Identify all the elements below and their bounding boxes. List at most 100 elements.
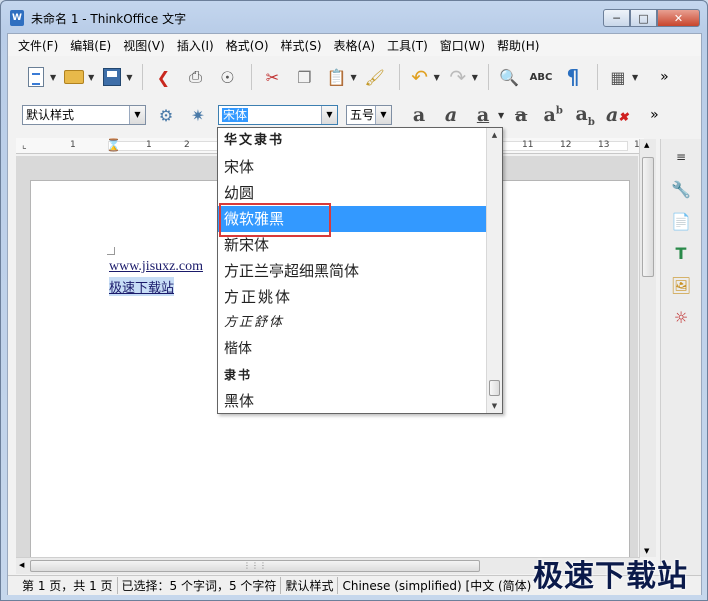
tab-stop-icon[interactable]: ⌞ [22,140,27,151]
font-option[interactable]: 楷体 [218,336,486,362]
cut-button[interactable]: ✂ [258,63,286,91]
undo-dropdown-arrow-icon[interactable]: ▼ [434,73,440,82]
font-option[interactable]: 隶书 [218,362,486,388]
side-panel: ≡ 🔧 📄 T 🖼 ☼ [660,139,701,575]
vertical-scrollbar[interactable]: ▲ ▼ [639,139,656,557]
italic-button[interactable]: a [438,103,464,127]
menu-tools[interactable]: 工具(T) [383,37,432,54]
scissors-icon: ✂ [265,67,280,87]
vertical-scroll-thumb[interactable] [642,157,654,277]
save-icon [103,68,122,86]
navigator-compass-icon[interactable]: ☼ [669,305,693,329]
new-style-button[interactable]: ✷ [184,101,212,129]
chevron-down-icon[interactable]: ▼ [321,106,337,124]
maximize-button[interactable]: □ [630,9,657,27]
subscript-icon: ab [575,102,595,128]
indent-marker-icon[interactable]: ⌛ [106,138,121,152]
menu-insert[interactable]: 插入(I) [173,37,218,54]
menu-edit[interactable]: 编辑(E) [66,37,115,54]
save-button[interactable] [98,63,126,91]
paintbrush-icon: 🖌 [364,67,385,87]
ruler-number: 2 [184,140,190,150]
font-option[interactable]: 宋体 [218,154,486,180]
font-option[interactable]: 方正舒体 [218,310,486,336]
formatting-marks-button[interactable]: ¶ [559,63,587,91]
menu-styles[interactable]: 样式(S) [277,37,326,54]
paste-dropdown-arrow-icon[interactable]: ▼ [350,73,356,82]
styles-manager-button[interactable]: ⚙ [152,101,180,129]
open-dropdown-arrow-icon[interactable]: ▼ [88,73,94,82]
menu-help[interactable]: 帮助(H) [493,37,543,54]
page-icon[interactable]: 📄 [669,209,693,233]
paste-button[interactable]: 📋 [322,63,350,91]
export-pdf-button[interactable]: ❮ [149,63,177,91]
minimize-button[interactable]: ─ [603,9,630,27]
format-paintbrush-button[interactable]: 🖌 [361,63,389,91]
paragraph-style-value: 默认样式 [26,108,75,122]
toolbar-separator [596,64,598,90]
menu-window[interactable]: 窗口(W) [436,37,489,54]
copy-button[interactable]: ❐ [290,63,318,91]
scroll-up-icon[interactable]: ▲ [487,128,502,142]
spellcheck-button[interactable]: ABC [527,63,555,91]
font-name-select[interactable]: 宋体 ▼ [218,105,338,125]
sidebar-menu-icon[interactable]: ≡ [669,145,693,169]
insert-table-button[interactable]: ▦ [604,63,632,91]
redo-button[interactable]: ↷ [444,63,472,91]
subscript-button[interactable]: ab [572,102,598,128]
bold-button[interactable]: a [406,103,432,127]
ruler-number: 12 [560,140,572,150]
properties-wrench-icon[interactable]: 🔧 [669,177,693,201]
font-list-scroll-thumb[interactable] [489,380,500,396]
status-page-count: 第 1 页，共 1 页 [18,577,118,594]
menu-format[interactable]: 格式(O) [222,37,273,54]
status-style[interactable]: 默认样式 [281,577,339,594]
pdf-icon: ❮ [156,67,171,87]
undo-button[interactable]: ↶ [406,63,434,91]
font-dropdown-list[interactable]: 华文隶书 宋体 幼圆 微软雅黑 新宋体 方正兰亭超细黑简体 方正姚体 方正舒体 … [217,127,503,414]
font-option[interactable]: 黑体 [218,388,486,414]
spellcheck-icon: ABC [529,71,553,83]
print-button[interactable]: ⎙ [181,63,209,91]
ruler-number: 11 [522,140,534,150]
document-link-text[interactable]: www.jisuxz.com [109,259,203,275]
scroll-down-icon[interactable]: ▼ [487,399,502,413]
menu-file[interactable]: 文件(F) [14,37,62,54]
undo-icon: ↶ [411,65,428,89]
strikethrough-button[interactable]: a [508,103,534,127]
chevron-down-icon[interactable]: ▼ [129,106,145,124]
chevron-down-icon[interactable]: ▼ [375,106,391,124]
font-option[interactable]: 方正兰亭超细黑简体 [218,258,486,284]
scroll-left-icon[interactable]: ◀ [19,561,24,569]
redo-dropdown-arrow-icon[interactable]: ▼ [472,73,478,82]
toolbar-overflow-icon[interactable]: » [650,107,659,123]
title-bar: W 未命名 1 - ThinkOffice 文字 ─ □ ✕ [1,1,707,33]
close-button[interactable]: ✕ [657,9,700,27]
font-name-value: 宋体 [222,108,249,122]
find-replace-button[interactable]: 🔍 [495,63,523,91]
underline-button[interactable]: a [470,103,496,127]
font-list-scrollbar[interactable]: ▲ ▼ [486,128,502,413]
open-button[interactable] [60,63,88,91]
superscript-button[interactable]: ab [540,103,566,127]
status-language[interactable]: Chinese (simplified) [中文 (简体) [338,577,535,594]
new-dropdown-arrow-icon[interactable]: ▼ [50,73,56,82]
clear-formatting-button[interactable]: a✖ [604,103,630,127]
save-dropdown-arrow-icon[interactable]: ▼ [126,73,132,82]
scroll-up-icon[interactable]: ▲ [644,141,649,149]
gallery-icon[interactable]: 🖼 [669,273,693,297]
document-selected-text[interactable]: 极速下载站 [109,277,175,296]
print-preview-button[interactable]: ☉ [213,63,241,91]
paragraph-style-select[interactable]: 默认样式 ▼ [22,105,146,125]
new-document-button[interactable] [22,63,50,91]
font-option[interactable]: 华文隶书 [218,128,486,154]
font-size-select[interactable]: 五号 ▼ [346,105,392,125]
styles-icon[interactable]: T [669,241,693,265]
underline-dropdown-arrow-icon[interactable]: ▼ [498,111,504,120]
menu-view[interactable]: 视图(V) [119,37,169,54]
toolbar-overflow-icon[interactable]: » [660,69,669,85]
font-option[interactable]: 方正姚体 [218,284,486,310]
horizontal-scroll-thumb[interactable]: ⋮⋮⋮ [30,560,480,572]
menu-table[interactable]: 表格(A) [330,37,380,54]
table-dropdown-arrow-icon[interactable]: ▼ [632,73,638,82]
